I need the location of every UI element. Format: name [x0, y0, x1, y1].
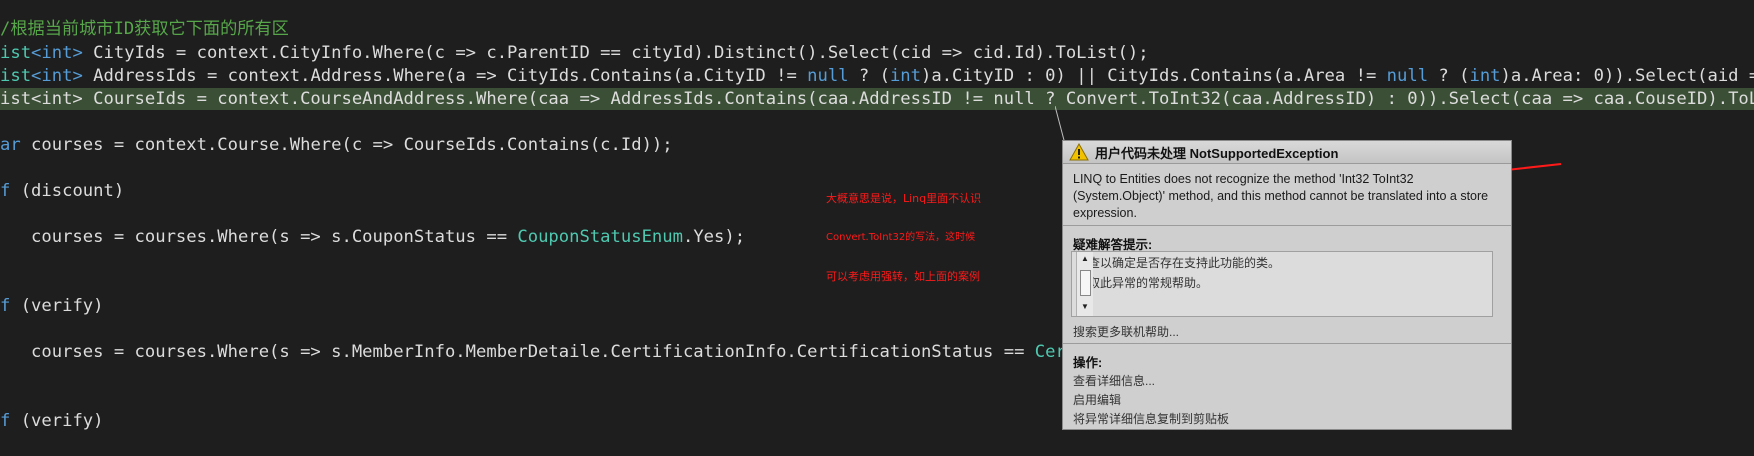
code-token: courses = context.Course.Where(c => Cour…: [20, 135, 673, 155]
tips-scrollbar[interactable]: ▲ ▼: [1076, 252, 1093, 316]
code-line[interactable]: ar courses = context.Course.Where(c => C…: [0, 134, 673, 156]
code-line[interactable]: ist<int> CourseIds = context.CourseAndAd…: [0, 88, 1754, 110]
popup-title: 用户代码未处理 NotSupportedException: [1095, 145, 1339, 161]
exception-popup[interactable]: 用户代码未处理 NotSupportedException LINQ to En…: [1062, 140, 1512, 430]
code-token: ? (: [1428, 66, 1470, 86]
code-token: (verify): [10, 296, 104, 316]
code-token: ar: [0, 135, 21, 155]
actions-heading: 操作:: [1073, 356, 1103, 370]
annotation-line-3: 可以考虑用强转，如上面的案例: [826, 270, 980, 283]
code-token: <int>: [31, 43, 83, 63]
code-token: (verify): [10, 411, 104, 431]
code-line[interactable]: ist<int> AddressIds = context.Address.Wh…: [0, 65, 1754, 87]
code-token: AddressIds = context.Address.Where(a => …: [82, 66, 808, 86]
code-token: <int>: [31, 66, 83, 86]
code-token: )a.CityID : 0) || CityIds.Contains(a.Are…: [921, 66, 1387, 86]
code-token: .Yes);: [682, 227, 746, 247]
code-token: f: [0, 181, 11, 201]
code-token: int: [1469, 66, 1501, 86]
exception-message: LINQ to Entities does not recognize the …: [1073, 172, 1489, 220]
code-token: f: [0, 296, 11, 316]
code-token: f: [0, 411, 11, 431]
annotation-line-2: Convert.ToInt32的写法，这时候: [826, 232, 976, 243]
code-token: CityIds = context.CityInfo.Where(c => c.…: [82, 43, 1149, 63]
code-line[interactable]: courses = courses.Where(s => s.CouponSta…: [0, 226, 745, 248]
code-token: ? (: [848, 66, 890, 86]
annotation-note: 大概意思是说，Linq里面不认识 Convert.ToInt32的写法，这时候 …: [826, 166, 981, 296]
code-line[interactable]: f (verify): [0, 295, 104, 317]
code-line[interactable]: f (verify): [0, 410, 104, 432]
divider: [1063, 225, 1511, 226]
enable-editing-link[interactable]: 启用编辑: [1073, 391, 1121, 408]
warning-icon: [1069, 143, 1089, 161]
code-token: (discount): [10, 181, 125, 201]
code-token: )a.Area: 0)).Select(aid => aid.: [1500, 66, 1754, 86]
tips-list[interactable]: 检查以确定是否存在支持此功能的类。 获取此异常的常规帮助。 ▲ ▼: [1071, 251, 1493, 317]
code-line[interactable]: ist<int> CityIds = context.CityInfo.Wher…: [0, 42, 1149, 64]
code-line[interactable]: /根据当前城市ID获取它下面的所有区: [0, 18, 289, 40]
tip-item[interactable]: 获取此异常的常规帮助。: [1076, 274, 1208, 291]
code-token: null: [1386, 66, 1429, 86]
divider: [1063, 343, 1511, 344]
code-token: CouponStatusEnum: [517, 227, 683, 247]
code-token: ist: [0, 43, 32, 63]
code-line[interactable]: f (discount): [0, 180, 124, 202]
copy-exception-link[interactable]: 将异常详细信息复制到剪贴板: [1073, 410, 1229, 427]
annotation-line-1: 大概意思是说，Linq里面不认识: [826, 192, 982, 205]
code-line[interactable]: courses = courses.Where(s => s.MemberInf…: [0, 341, 1097, 363]
code-token: courses = courses.Where(s => s.MemberInf…: [0, 342, 1035, 362]
tip-item[interactable]: 检查以确定是否存在支持此功能的类。: [1076, 254, 1280, 271]
code-token: int: [889, 66, 921, 86]
scroll-thumb[interactable]: [1080, 270, 1091, 296]
code-token: ist: [0, 66, 32, 86]
code-token: courses = courses.Where(s => s.CouponSta…: [0, 227, 518, 247]
code-token: /根据当前城市ID获取它下面的所有区: [0, 19, 289, 39]
scroll-down-icon[interactable]: ▼: [1081, 302, 1089, 311]
code-token: ist<int> CourseIds = context.CourseAndAd…: [0, 89, 1754, 109]
search-online-help-link[interactable]: 搜索更多联机帮助...: [1073, 323, 1179, 340]
popup-title-bar: 用户代码未处理 NotSupportedException: [1063, 141, 1511, 164]
scroll-up-icon[interactable]: ▲: [1081, 254, 1089, 263]
code-token: null: [807, 66, 849, 86]
view-details-link[interactable]: 查看详细信息...: [1073, 372, 1155, 389]
